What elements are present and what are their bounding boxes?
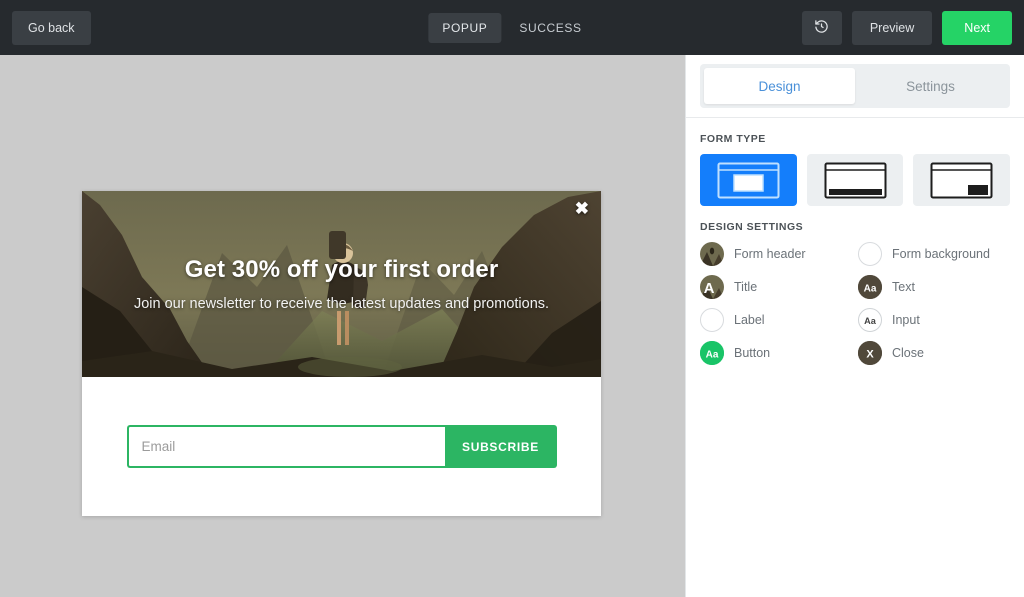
design-settings-section-label: DESIGN SETTINGS <box>700 221 804 233</box>
setting-button[interactable]: Aa Button <box>700 341 852 365</box>
popup-header-text: Get 30% off your first order Join our ne… <box>82 191 601 377</box>
popup-title[interactable]: Get 30% off your first order <box>185 256 499 284</box>
button-swatch-icon: Aa <box>700 341 724 365</box>
step-tabs: POPUP SUCCESS <box>428 12 595 43</box>
form-type-corner-box[interactable] <box>913 154 1011 206</box>
aa-glyph-icon: Aa <box>864 316 877 326</box>
tab-design[interactable]: Design <box>704 68 855 104</box>
setting-text[interactable]: Aa Text <box>858 275 1010 299</box>
subscribe-form-row: SUBSCRIBE <box>126 425 557 468</box>
setting-label: Title <box>734 280 758 294</box>
text-swatch-icon: Aa <box>858 275 882 299</box>
popup-form-area: SUBSCRIBE <box>82 377 601 516</box>
history-undo-icon <box>814 19 829 37</box>
popup-subtitle[interactable]: Join our newsletter to receive the lates… <box>134 296 549 312</box>
panel-divider <box>686 117 1024 118</box>
form-background-swatch-icon <box>858 242 882 266</box>
image-thumbnail-icon <box>700 242 724 266</box>
svg-text:Aa: Aa <box>864 284 877 295</box>
title-swatch-icon: A <box>700 275 724 299</box>
panel-tabs: Design Settings <box>700 64 1010 108</box>
input-swatch-icon: Aa <box>858 308 882 332</box>
tab-settings[interactable]: Settings <box>855 68 1006 104</box>
close-x-icon[interactable]: ✖ <box>575 200 589 217</box>
tab-popup[interactable]: POPUP <box>428 12 502 43</box>
top-toolbar: Go back POPUP SUCCESS Preview Next <box>0 0 1024 55</box>
svg-text:X: X <box>866 349 874 361</box>
setting-label: Close <box>892 346 924 360</box>
subscribe-button[interactable]: SUBSCRIBE <box>444 425 557 468</box>
close-swatch-icon: X <box>858 341 882 365</box>
setting-label: Input <box>892 313 920 327</box>
design-panel: Design Settings FORM TYPE DESIGN SETTING… <box>685 55 1024 597</box>
form-type-options <box>700 154 1011 206</box>
setting-close[interactable]: X Close <box>858 341 1010 365</box>
svg-text:Aa: Aa <box>864 316 877 326</box>
setting-form-header[interactable]: Form header <box>700 242 852 266</box>
letter-a-on-image-icon: A <box>700 275 724 299</box>
svg-text:A: A <box>704 280 715 297</box>
setting-label: Form background <box>892 247 990 261</box>
setting-label-style[interactable]: Label <box>700 308 852 332</box>
bottom-bar-icon <box>824 162 886 198</box>
editor-canvas: Get 30% off your first order Join our ne… <box>0 55 685 597</box>
svg-text:Aa: Aa <box>706 350 719 361</box>
form-header-swatch-icon <box>700 242 724 266</box>
aa-glyph-icon: Aa <box>700 341 724 365</box>
setting-form-background[interactable]: Form background <box>858 242 1010 266</box>
preview-button[interactable]: Preview <box>851 10 933 45</box>
x-glyph-icon: X <box>858 341 882 365</box>
setting-label: Text <box>892 280 915 294</box>
history-undo-button[interactable] <box>801 10 842 45</box>
next-button[interactable]: Next <box>942 10 1012 45</box>
setting-label: Form header <box>734 247 806 261</box>
form-type-bottom-bar[interactable] <box>806 154 904 206</box>
form-type-section-label: FORM TYPE <box>700 133 766 145</box>
setting-label: Button <box>734 346 771 360</box>
design-settings-list: Form header Form background A Title Aa T… <box>700 242 1010 365</box>
setting-label: Label <box>734 313 765 327</box>
tab-success[interactable]: SUCCESS <box>505 13 595 43</box>
corner-box-icon <box>930 162 993 198</box>
label-swatch-icon <box>700 308 724 332</box>
popup-preview: Get 30% off your first order Join our ne… <box>82 191 601 516</box>
aa-glyph-icon: Aa <box>858 275 882 299</box>
go-back-button[interactable]: Go back <box>12 10 91 45</box>
setting-title[interactable]: A Title <box>700 275 852 299</box>
popup-header-image[interactable]: Get 30% off your first order Join our ne… <box>82 191 601 377</box>
setting-input[interactable]: Aa Input <box>858 308 1010 332</box>
form-type-popup-center[interactable] <box>700 154 797 206</box>
toolbar-actions: Preview Next <box>801 10 1012 45</box>
popup-center-icon <box>717 162 780 198</box>
email-input[interactable] <box>126 425 445 468</box>
